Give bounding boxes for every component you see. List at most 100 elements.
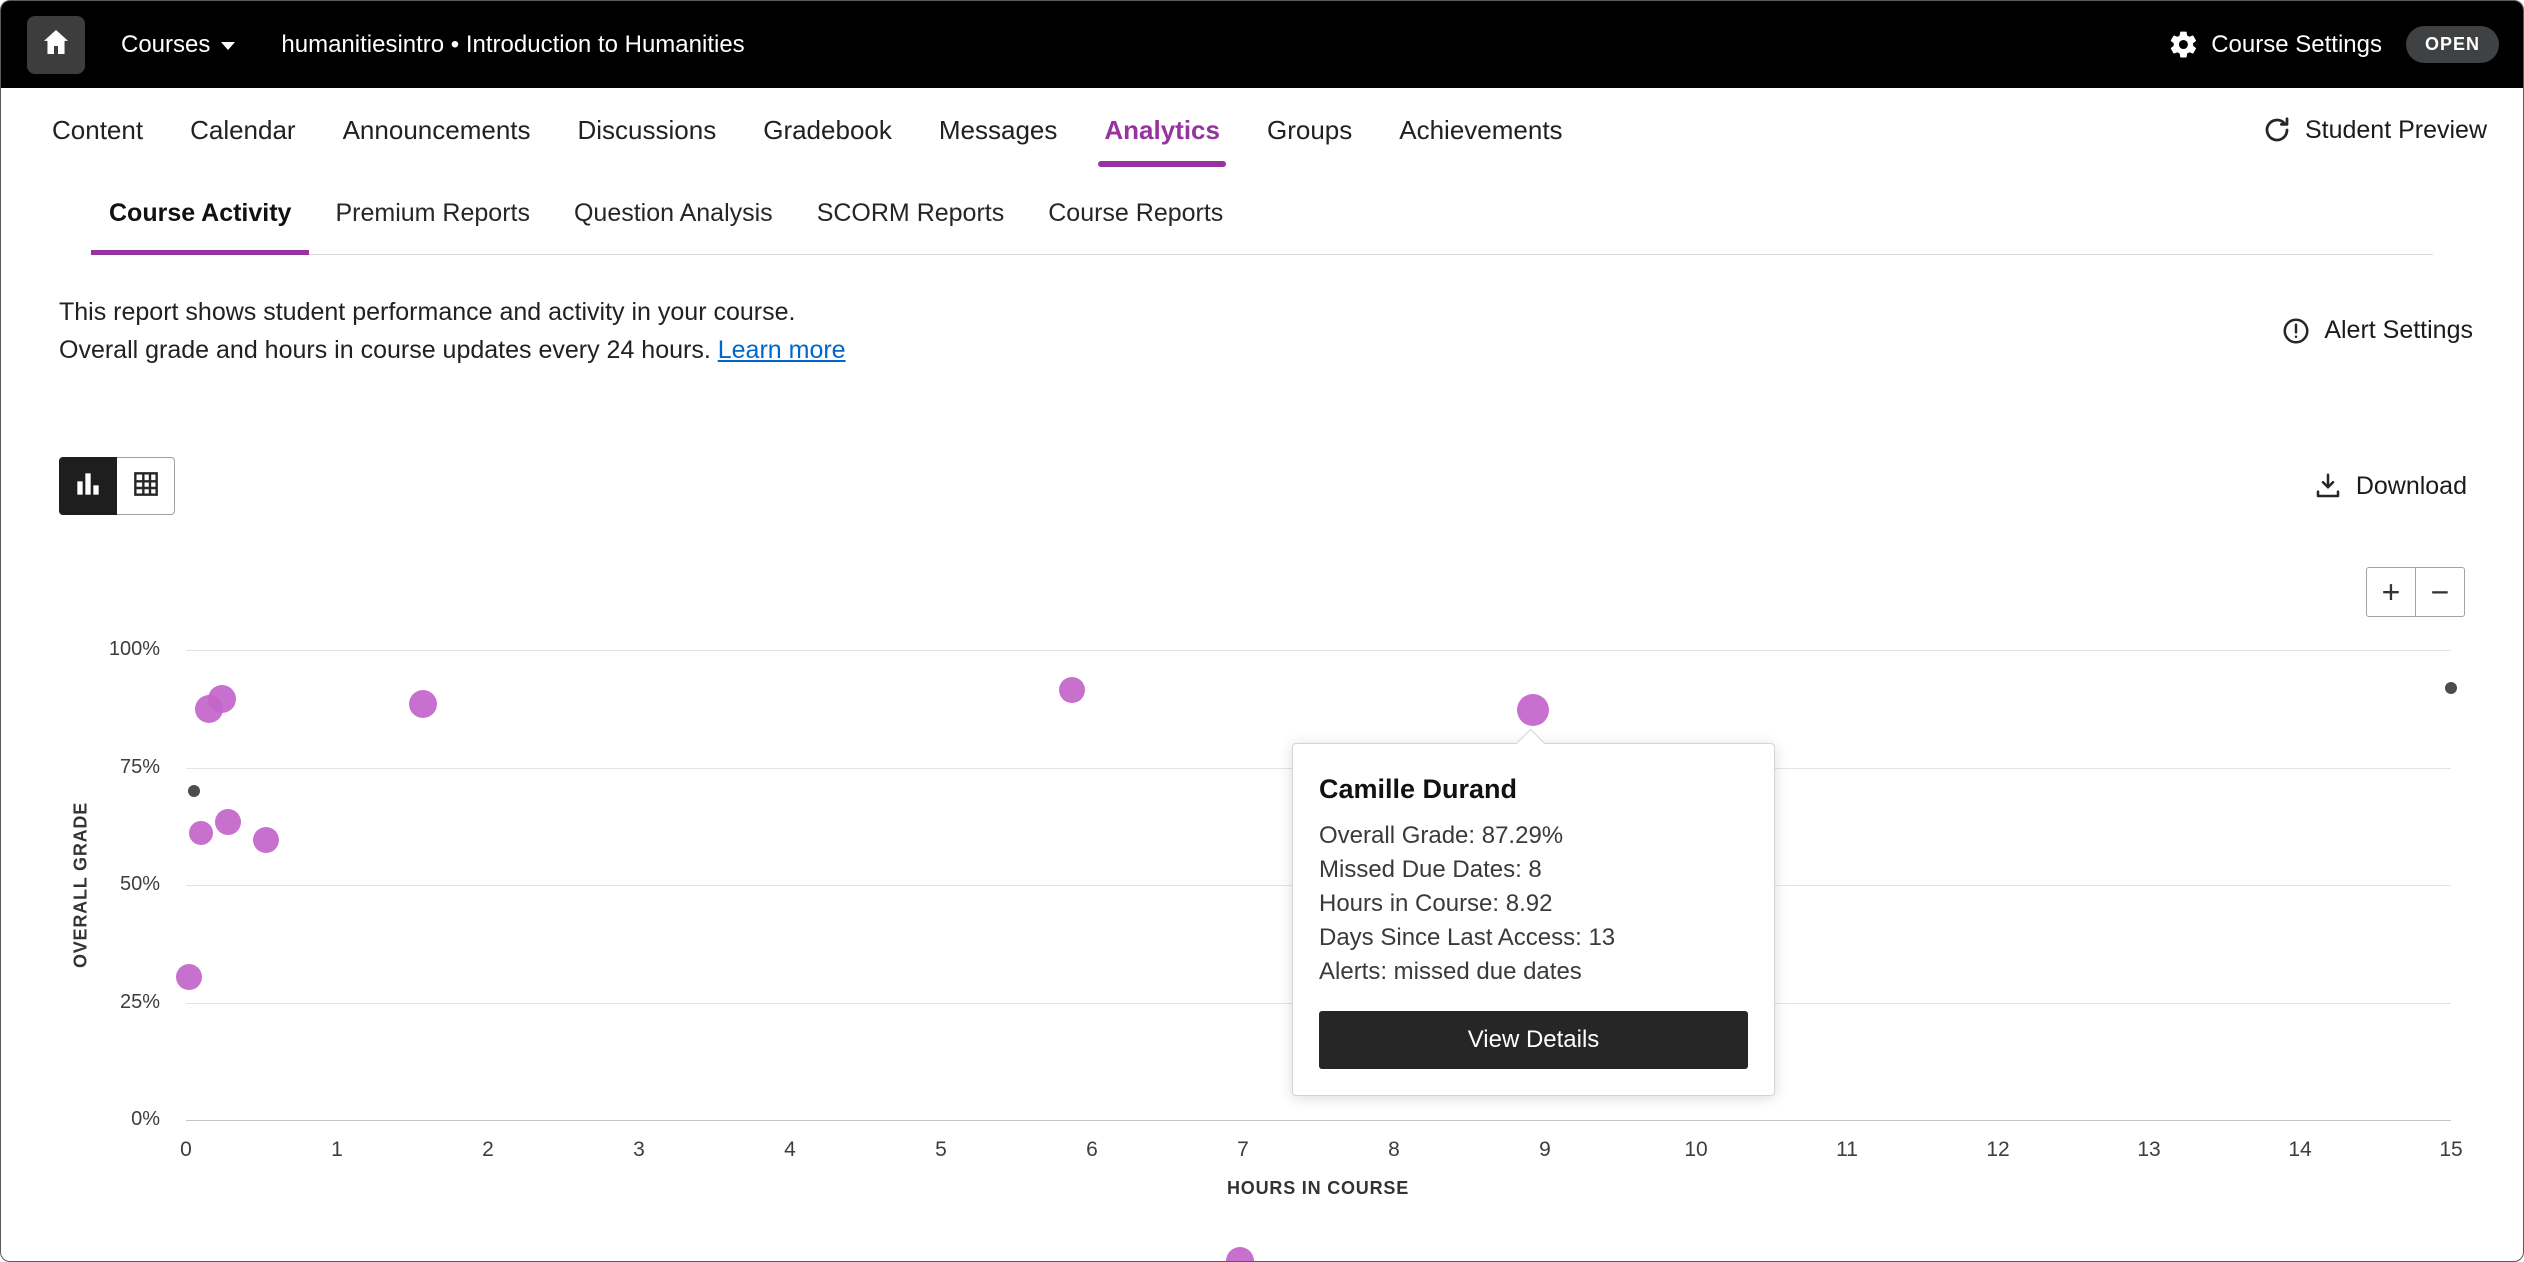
tab-groups[interactable]: Groups xyxy=(1267,88,1352,172)
tooltip-student-name: Camille Durand xyxy=(1319,772,1748,806)
x-tick-label: 9 xyxy=(1539,1138,1551,1162)
view-toggle xyxy=(59,457,175,515)
alert-icon xyxy=(2281,316,2311,346)
x-tick-label: 13 xyxy=(2137,1138,2160,1162)
subtab-premium-reports[interactable]: Premium Reports xyxy=(317,172,548,254)
x-tick-label: 6 xyxy=(1086,1138,1098,1162)
scatter-point[interactable] xyxy=(2445,682,2457,694)
table-icon xyxy=(130,468,162,505)
tooltip-row: Days Since Last Access: 13 xyxy=(1319,921,1748,955)
y-tick-label: 0% xyxy=(1,1108,160,1131)
download-label: Download xyxy=(2356,472,2467,501)
x-tick-label: 3 xyxy=(633,1138,645,1162)
x-tick-label: 5 xyxy=(935,1138,947,1162)
topbar: Courses humanitiesintro • Introduction t… xyxy=(1,1,2523,88)
zoom-controls: + − xyxy=(2366,567,2465,617)
x-tick-label: 12 xyxy=(1986,1138,2009,1162)
chevron-down-icon xyxy=(221,42,235,50)
scatter-point[interactable] xyxy=(253,827,279,853)
open-status-badge[interactable]: OPEN xyxy=(2406,26,2499,63)
subnav-items: Course ActivityPremium ReportsQuestion A… xyxy=(91,172,2433,254)
main-nav-items: Content Calendar Announcements Discussions G… xyxy=(52,88,1563,172)
student-preview-button[interactable]: Student Preview xyxy=(2262,115,2487,145)
gridline xyxy=(186,650,2451,651)
scatter-point[interactable] xyxy=(188,785,200,797)
chart-area: + − OVERALL GRADE HOURS IN COURSE Camill… xyxy=(1,515,2523,1262)
scatter-point[interactable] xyxy=(1226,1247,1254,1262)
chart-toolbar: Download xyxy=(1,457,2523,515)
tab-messages[interactable]: Messages xyxy=(939,88,1058,172)
y-tick-label: 100% xyxy=(1,638,160,661)
courses-menu-button[interactable]: Courses xyxy=(121,31,235,59)
tooltip-rows: Overall Grade: 87.29%Missed Due Dates: 8… xyxy=(1319,819,1748,989)
tab-announcements[interactable]: Announcements xyxy=(343,88,531,172)
home-icon xyxy=(40,26,72,63)
chart-view-button[interactable] xyxy=(59,457,117,515)
scatter-point[interactable] xyxy=(176,964,202,990)
subtab-question-analysis[interactable]: Question Analysis xyxy=(556,172,791,254)
x-tick-label: 15 xyxy=(2439,1138,2462,1162)
x-tick-label: 7 xyxy=(1237,1138,1249,1162)
bar-chart-icon xyxy=(72,468,104,505)
x-tick-label: 14 xyxy=(2288,1138,2311,1162)
main-nav: Content Calendar Announcements Discussions G… xyxy=(1,88,2523,172)
tooltip-row: Hours in Course: 8.92 xyxy=(1319,887,1748,921)
tooltip-row: Missed Due Dates: 8 xyxy=(1319,853,1748,887)
learn-more-link[interactable]: Learn more xyxy=(718,336,846,364)
zoom-in-button[interactable]: + xyxy=(2366,567,2416,617)
x-tick-label: 4 xyxy=(784,1138,796,1162)
x-tick-label: 2 xyxy=(482,1138,494,1162)
report-head: This report shows student performance an… xyxy=(1,255,2523,369)
tab-content[interactable]: Content xyxy=(52,88,143,172)
subtab-scorm-reports[interactable]: SCORM Reports xyxy=(799,172,1023,254)
x-tick-label: 1 xyxy=(331,1138,343,1162)
tab-analytics[interactable]: Analytics xyxy=(1104,88,1220,172)
x-tick-label: 8 xyxy=(1388,1138,1400,1162)
scatter-point[interactable] xyxy=(409,690,437,718)
student-preview-label: Student Preview xyxy=(2305,116,2487,145)
report-description: This report shows student performance an… xyxy=(59,293,846,369)
report-line-2: Overall grade and hours in course update… xyxy=(59,331,846,369)
subtab-course-activity[interactable]: Course Activity xyxy=(91,172,309,254)
tab-discussions[interactable]: Discussions xyxy=(578,88,717,172)
app-window: Courses humanitiesintro • Introduction t… xyxy=(0,0,2524,1262)
view-details-button[interactable]: View Details xyxy=(1319,1011,1748,1069)
scatter-point-selected[interactable] xyxy=(1517,694,1549,726)
courses-label: Courses xyxy=(121,31,210,59)
tooltip-row: Overall Grade: 87.29% xyxy=(1319,819,1748,853)
scatter-point[interactable] xyxy=(208,685,236,713)
scatter-point[interactable] xyxy=(1059,677,1085,703)
course-settings-button[interactable]: Course Settings xyxy=(2168,29,2382,60)
tab-gradebook[interactable]: Gradebook xyxy=(763,88,892,172)
y-tick-label: 75% xyxy=(1,756,160,779)
alert-settings-button[interactable]: Alert Settings xyxy=(2281,316,2473,369)
x-axis-title: HOURS IN COURSE xyxy=(1227,1178,1409,1199)
zoom-out-button[interactable]: − xyxy=(2415,567,2465,617)
tab-achievements[interactable]: Achievements xyxy=(1399,88,1562,172)
analytics-subnav: Course ActivityPremium ReportsQuestion A… xyxy=(91,172,2433,255)
home-button[interactable] xyxy=(27,16,85,74)
x-tick-label: 10 xyxy=(1684,1138,1707,1162)
alert-settings-label: Alert Settings xyxy=(2324,316,2473,345)
scatter-point[interactable] xyxy=(189,821,213,845)
subtab-course-reports[interactable]: Course Reports xyxy=(1030,172,1241,254)
y-tick-label: 25% xyxy=(1,991,160,1014)
report-line-2-text: Overall grade and hours in course update… xyxy=(59,336,711,364)
gridline xyxy=(186,1120,2451,1121)
gear-icon xyxy=(2168,29,2199,60)
course-breadcrumb: humanitiesintro • Introduction to Humani… xyxy=(281,31,744,59)
student-preview-icon xyxy=(2262,115,2292,145)
course-settings-label: Course Settings xyxy=(2211,31,2382,59)
download-button[interactable]: Download xyxy=(2313,471,2467,501)
download-icon xyxy=(2313,471,2343,501)
scatter-point[interactable] xyxy=(215,809,241,835)
x-tick-label: 11 xyxy=(1836,1138,1858,1162)
x-tick-label: 0 xyxy=(180,1138,192,1162)
topbar-right: Course Settings OPEN xyxy=(2168,26,2499,63)
tooltip-row: Alerts: missed due dates xyxy=(1319,955,1748,989)
student-tooltip: Camille Durand Overall Grade: 87.29%Miss… xyxy=(1292,743,1775,1096)
table-view-button[interactable] xyxy=(117,457,175,515)
report-line-1: This report shows student performance an… xyxy=(59,293,846,331)
tab-calendar[interactable]: Calendar xyxy=(190,88,296,172)
y-tick-label: 50% xyxy=(1,873,160,896)
